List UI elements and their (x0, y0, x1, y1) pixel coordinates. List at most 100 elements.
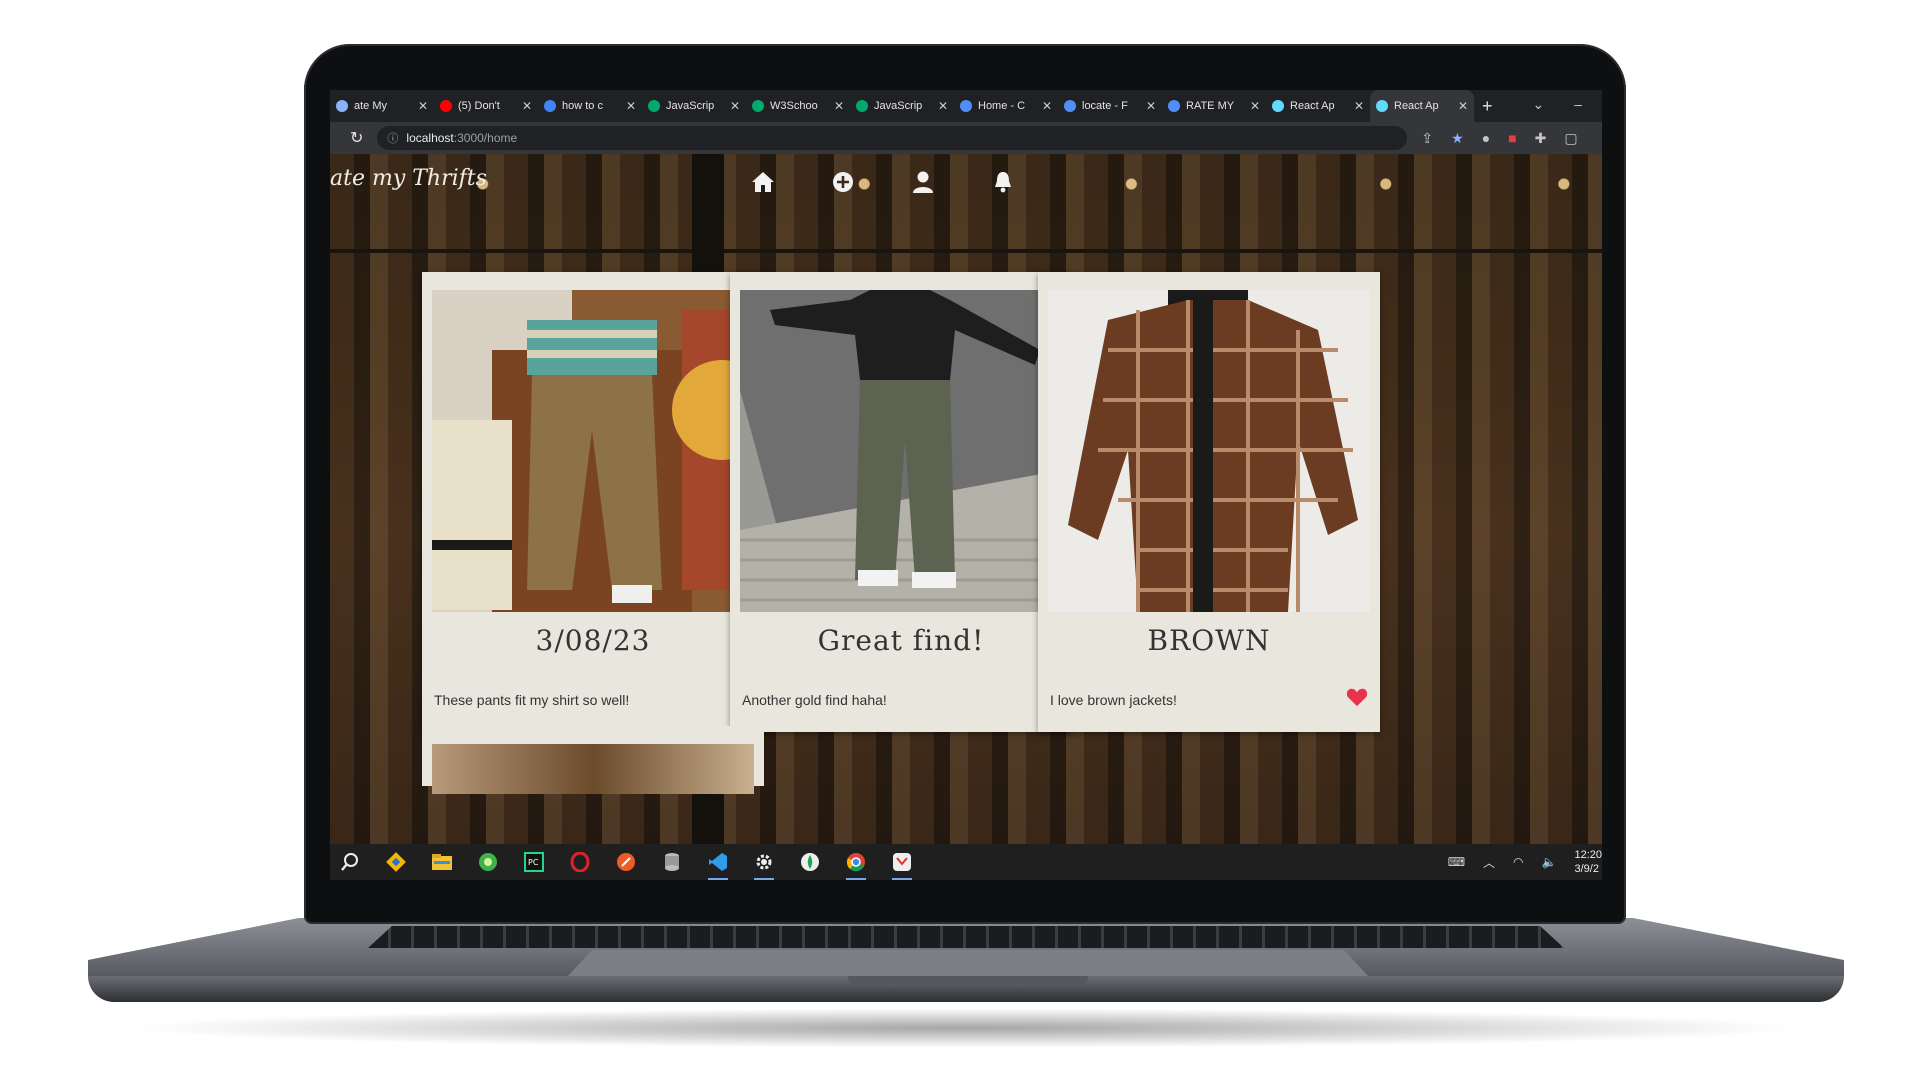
post-photo-cargo[interactable] (740, 290, 1062, 612)
chevron-down-icon[interactable]: ⌄ (1532, 96, 1544, 113)
post-photo[interactable] (432, 744, 754, 794)
close-tab-icon[interactable]: ✕ (1042, 99, 1052, 113)
close-tab-icon[interactable]: ✕ (1354, 99, 1364, 113)
post-caption: These pants fit my shirt so well! (434, 692, 630, 708)
taskbar-apps: PC (338, 850, 914, 880)
svg-text:PC: PC (528, 858, 539, 867)
extension-red-icon[interactable]: ■ (1508, 130, 1516, 146)
close-tab-icon[interactable]: ✕ (938, 99, 948, 113)
vscode-icon[interactable] (706, 850, 730, 880)
post-card-partial[interactable] (422, 726, 764, 794)
opera-icon[interactable] (568, 850, 592, 874)
file-explorer-icon[interactable] (430, 850, 454, 874)
puzzle-icon[interactable]: ✚ (1535, 130, 1547, 147)
settings-icon[interactable] (752, 850, 776, 880)
tab-label: locate - F (1082, 100, 1128, 112)
pycharm-icon[interactable]: PC (522, 850, 546, 874)
browser-tab[interactable]: React Ap ✕ (1266, 90, 1370, 122)
laptop-base (88, 918, 1844, 1012)
browser-tab[interactable]: React Ap ✕ (1370, 90, 1474, 122)
close-tab-icon[interactable]: ✕ (1458, 99, 1468, 113)
url-path: :3000/home (453, 131, 518, 145)
user-icon[interactable] (908, 168, 938, 196)
post-caption: Another gold find haha! (742, 692, 887, 708)
app-navbar: ate my Thrifts (330, 154, 1602, 210)
star-icon[interactable]: ★ (1451, 130, 1464, 147)
extension-toolbar: ⇪ ★ ● ■ ✚ ▢ (1421, 130, 1577, 147)
keyboard (368, 926, 1564, 948)
clock[interactable]: 12:20 3/9/2 (1574, 848, 1602, 876)
browser-tab[interactable]: ate My ✕ (330, 90, 434, 122)
minimize-button[interactable]: – (1574, 96, 1582, 113)
screen: ate My ✕ (5) Don't ✕ how to c ✕ JavaScrip ✕ W3Sc… (330, 90, 1602, 880)
extension-icon[interactable]: ● (1482, 130, 1490, 146)
browser-tab[interactable]: (5) Don't ✕ (434, 90, 538, 122)
wifi-icon[interactable]: ◠ (1513, 855, 1523, 869)
palm-rest (568, 950, 1368, 976)
browser-tab[interactable]: Home - C ✕ (954, 90, 1058, 122)
tab-label: Home - C (978, 100, 1026, 112)
post-title: Great find! (817, 624, 985, 657)
post-card[interactable]: 3/08/23 These pants fit my shirt so well… (422, 272, 764, 732)
browser-tab[interactable]: locate - F ✕ (1058, 90, 1162, 122)
nav-icons (748, 168, 1018, 196)
heart-icon[interactable] (1346, 686, 1368, 708)
browser-tab[interactable]: RATE MY ✕ (1162, 90, 1266, 122)
browser-tab[interactable]: how to c ✕ (538, 90, 642, 122)
close-tab-icon[interactable]: ✕ (626, 99, 636, 113)
tab-strip: ate My ✕ (5) Don't ✕ how to c ✕ JavaScrip ✕ W3Sc… (330, 90, 1474, 122)
laptop-shadow (120, 1008, 1810, 1048)
close-tab-icon[interactable]: ✕ (1250, 99, 1260, 113)
browser-tab[interactable]: JavaScrip ✕ (642, 90, 746, 122)
database-icon[interactable] (660, 850, 684, 874)
c-circle-icon (1064, 100, 1076, 112)
post-photo-jacket[interactable] (1048, 290, 1370, 612)
volume-icon[interactable]: 🔈 (1542, 855, 1557, 869)
info-icon[interactable]: ⓘ (387, 130, 398, 146)
sourcetree-icon[interactable] (384, 850, 408, 874)
app-icon[interactable] (890, 850, 914, 880)
tab-label: (5) Don't (458, 100, 500, 112)
tab-label: W3Schoo (770, 100, 818, 112)
url-input[interactable]: ⓘ localhost:3000/home (377, 126, 1408, 150)
brand-logo[interactable]: ate my Thrifts (330, 166, 487, 191)
close-tab-icon[interactable]: ✕ (730, 99, 740, 113)
c-circle-icon (1168, 100, 1180, 112)
share-icon[interactable]: ⇪ (1421, 130, 1433, 147)
new-tab-button[interactable]: + (1482, 96, 1493, 117)
chrome-icon[interactable] (844, 850, 868, 880)
react-icon (1376, 100, 1388, 112)
browser-tab[interactable]: W3Schoo ✕ (746, 90, 850, 122)
address-bar: ↻ ⓘ localhost:3000/home ⇪ ★ ● ■ ✚ ▢ (330, 122, 1602, 154)
close-tab-icon[interactable]: ✕ (1146, 99, 1156, 113)
postman-icon[interactable] (614, 850, 638, 874)
post-caption: I love brown jackets! (1050, 692, 1177, 708)
react-icon (1272, 100, 1284, 112)
keyboard-icon[interactable]: ⌨ (1448, 855, 1465, 869)
google-icon (544, 100, 556, 112)
mongodb-compass-icon[interactable] (798, 850, 822, 874)
clock-date: 3/9/2 (1574, 863, 1599, 875)
close-tab-icon[interactable]: ✕ (834, 99, 844, 113)
tab-label: React Ap (1290, 100, 1335, 112)
browser-tab[interactable]: JavaScrip ✕ (850, 90, 954, 122)
search-icon[interactable] (338, 850, 362, 874)
post-photo-pants[interactable] (432, 290, 754, 612)
bell-icon[interactable] (988, 168, 1018, 196)
url-host: localhost (406, 131, 454, 145)
add-circle-icon[interactable] (828, 168, 858, 196)
tab-label: ate My (354, 100, 388, 112)
close-tab-icon[interactable]: ✕ (418, 99, 428, 113)
chevron-up-icon[interactable]: ︿ (1483, 854, 1495, 871)
app-green-icon[interactable] (476, 850, 500, 874)
close-tab-icon[interactable]: ✕ (522, 99, 532, 113)
home-icon[interactable] (748, 168, 778, 196)
generic-icon (336, 100, 348, 112)
w3schools-icon (856, 100, 868, 112)
post-card[interactable]: BROWN I love brown jackets! (1038, 272, 1380, 732)
w3schools-icon (648, 100, 660, 112)
sidepanel-icon[interactable]: ▢ (1564, 130, 1577, 147)
reload-icon[interactable]: ↻ (350, 128, 363, 148)
post-card[interactable]: Great find! Another gold find haha! (730, 272, 1072, 732)
w3schools-icon (752, 100, 764, 112)
